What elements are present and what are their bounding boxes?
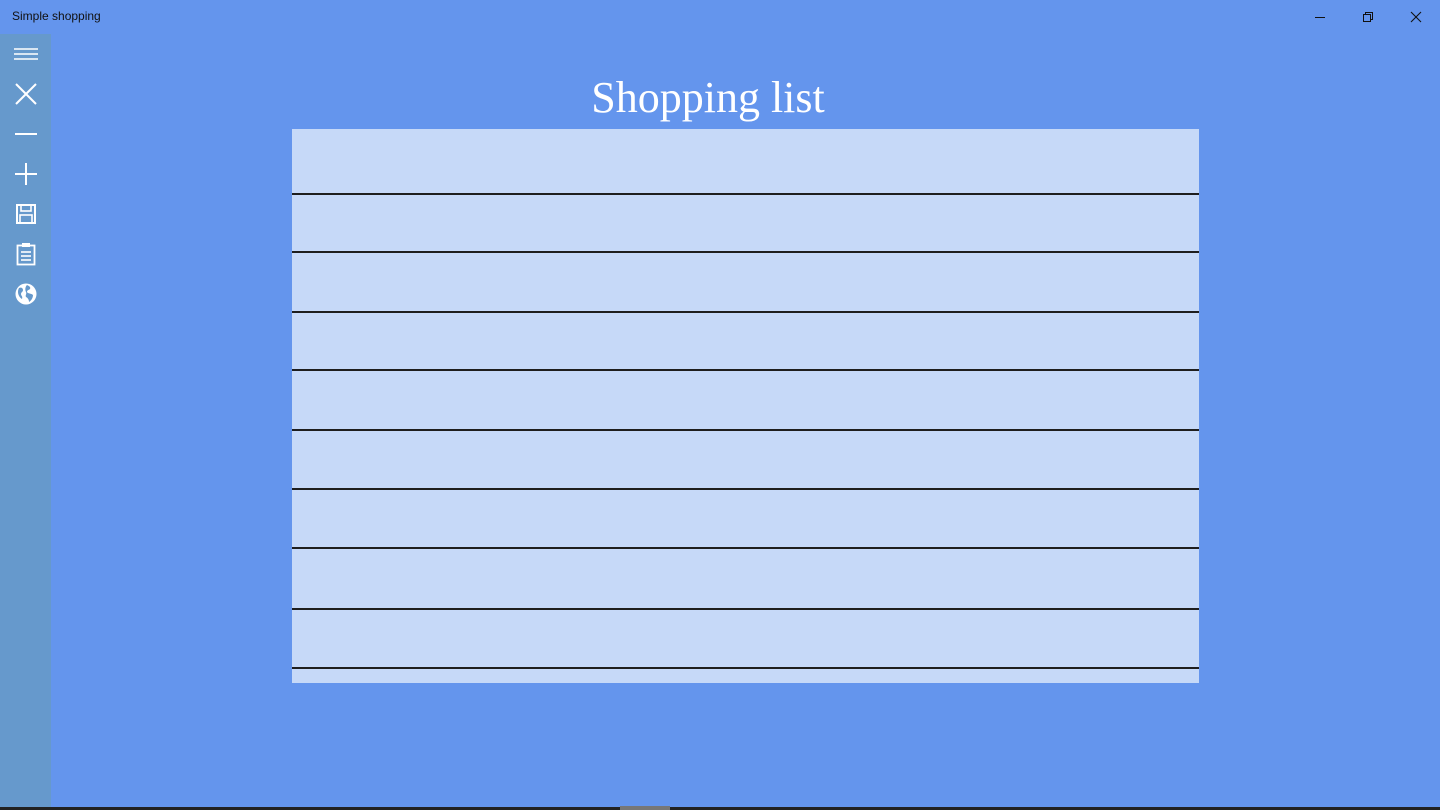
list-row-divider [292,547,1199,549]
app-title: Simple shopping [12,9,101,23]
list-row-divider [292,369,1199,371]
list-row-divider [292,429,1199,431]
list-row-divider [292,193,1199,195]
save-icon [15,204,36,224]
page-title: Shopping list [591,73,825,122]
restore-button[interactable] [1344,0,1392,34]
taskbar-handle [620,806,670,810]
minimize-icon [1315,17,1325,18]
window-controls [1296,0,1440,34]
save-button[interactable] [0,194,51,234]
plus-icon [14,163,37,185]
menu-button[interactable] [0,34,51,74]
list-row-divider [292,311,1199,313]
remove-item-button[interactable] [0,114,51,154]
close-window-button[interactable] [1392,0,1440,34]
clear-list-button[interactable] [0,74,51,114]
web-button[interactable] [0,274,51,314]
shopping-list[interactable] [292,129,1199,683]
hamburger-menu-icon [13,48,38,60]
close-icon [1410,11,1422,23]
title-bar[interactable]: Simple shopping [0,0,1440,34]
add-item-button[interactable] [0,154,51,194]
clipboard-button[interactable] [0,234,51,274]
close-icon [14,83,37,105]
clipboard-icon [16,243,35,266]
list-row-divider [292,667,1199,669]
list-row-divider [292,488,1199,490]
minimize-button[interactable] [1296,0,1344,34]
minus-icon [14,133,37,135]
list-row-divider [292,251,1199,253]
app-window: Simple shopping Shopping list [0,0,1440,810]
list-row-divider [292,608,1199,610]
globe-icon [15,283,36,305]
sidebar [0,34,51,807]
restore-icon [1363,12,1373,22]
